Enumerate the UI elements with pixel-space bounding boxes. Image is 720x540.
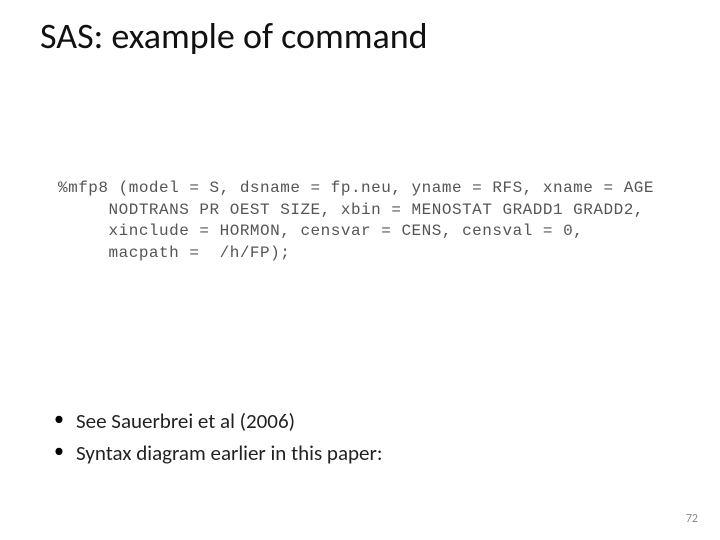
bullet-list: See Sauerbrei et al (2006) Syntax diagra… bbox=[54, 408, 382, 472]
bullet-item: See Sauerbrei et al (2006) bbox=[54, 408, 382, 434]
bullet-text: Syntax diagram earlier in this paper: bbox=[76, 440, 382, 466]
page-number: 72 bbox=[686, 512, 698, 526]
code-line: macpath = /h/FP); bbox=[58, 244, 290, 262]
bullet-item: Syntax diagram earlier in this paper: bbox=[54, 440, 382, 466]
slide-title: SAS: example of command bbox=[40, 14, 428, 58]
code-block: %mfp8 (model = S, dsname = fp.neu, yname… bbox=[58, 178, 680, 264]
code-line: xinclude = HORMON, censvar = CENS, censv… bbox=[58, 222, 583, 240]
slide: SAS: example of command %mfp8 (model = S… bbox=[0, 0, 720, 540]
code-line: %mfp8 (model = S, dsname = fp.neu, yname… bbox=[58, 179, 654, 197]
bullet-text: See Sauerbrei et al (2006) bbox=[76, 408, 295, 434]
code-line: NODTRANS PR OEST SIZE, xbin = MENOSTAT G… bbox=[58, 201, 644, 219]
